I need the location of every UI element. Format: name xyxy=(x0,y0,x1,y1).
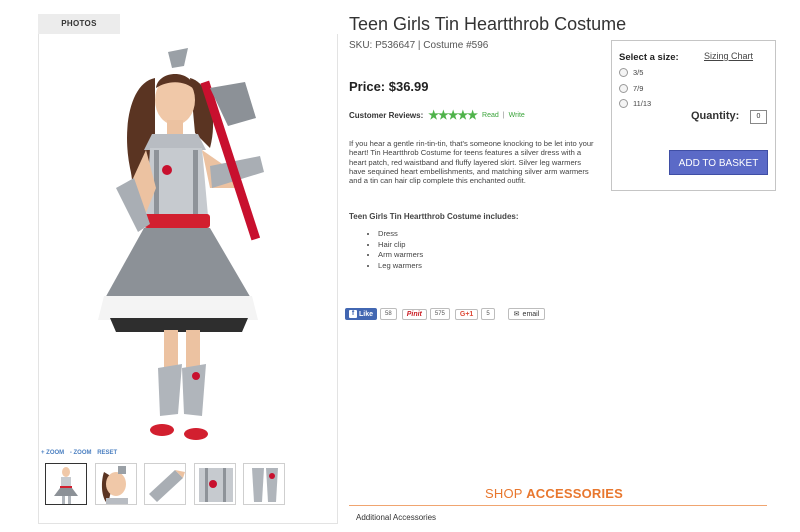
zoom-controls: + ZOOM - ZOOM RESET xyxy=(41,450,121,456)
photos-tab[interactable]: PHOTOS xyxy=(38,14,120,34)
list-item: Hair clip xyxy=(378,240,423,251)
thumbnail-1[interactable] xyxy=(45,463,87,505)
write-review-link[interactable]: Write xyxy=(509,112,525,119)
zoom-in-button[interactable]: + ZOOM xyxy=(41,450,64,456)
thumbnail-4[interactable] xyxy=(194,463,236,505)
includes-title: Teen Girls Tin Heartthrob Costume includ… xyxy=(349,212,519,221)
size-option-label: 11/13 xyxy=(633,99,652,108)
rating-stars-icon: ★★★★★ xyxy=(428,108,478,122)
email-share-button[interactable]: ✉ email xyxy=(507,308,546,320)
radio-button[interactable] xyxy=(619,84,628,93)
includes-list: Dress Hair clip Arm warmers Leg warmers xyxy=(366,229,423,271)
size-option-label: 7/9 xyxy=(633,84,644,93)
product-sku: SKU: P536647 | Costume #596 xyxy=(349,40,489,51)
sizing-chart-link[interactable]: Sizing Chart xyxy=(704,51,753,61)
zoom-out-button[interactable]: - ZOOM xyxy=(70,450,92,456)
customer-reviews: Customer Reviews: ★★★★★ Read | Write xyxy=(349,108,525,122)
list-item: Dress xyxy=(378,229,423,240)
shop-accessories-prefix: SHOP xyxy=(485,486,527,501)
thumbnail-5[interactable] xyxy=(243,463,285,505)
product-title: Teen Girls Tin Heartthrob Costume xyxy=(349,14,627,34)
thumbnail-image xyxy=(199,468,233,502)
social-share-bar: f Like 58 Pinit 575 G+1 5 ✉ email xyxy=(345,308,546,320)
shop-accessories-heading: SHOP ACCESSORIES xyxy=(485,486,623,501)
thumbnail-2[interactable] xyxy=(95,463,137,505)
reviews-label: Customer Reviews: xyxy=(349,110,424,120)
list-item: Arm warmers xyxy=(378,250,423,261)
thumbnail-image xyxy=(54,467,78,504)
read-reviews-link[interactable]: Read xyxy=(482,112,499,119)
thumbnail-3[interactable] xyxy=(144,463,186,505)
additional-accessories-label: Additional Accessories xyxy=(356,513,437,522)
size-option-3-5[interactable]: 3/5 xyxy=(619,68,643,77)
reviews-separator: | xyxy=(502,111,505,119)
thumbnail-image xyxy=(149,470,185,502)
pinterest-count: 575 xyxy=(429,308,450,320)
facebook-like-count: 58 xyxy=(380,308,397,320)
quantity-label: Quantity: xyxy=(691,110,740,122)
shop-accessories-bold: ACCESSORIES xyxy=(526,486,624,501)
email-label: email xyxy=(522,310,540,318)
google-plus-count: 5 xyxy=(481,308,495,320)
thumbnail-image xyxy=(252,468,278,502)
list-item: Leg warmers xyxy=(378,261,423,272)
quantity-input[interactable]: 0 xyxy=(750,110,767,124)
facebook-like-label: Like xyxy=(359,310,374,318)
select-size-label: Select a size: xyxy=(619,52,679,63)
product-price: Price: $36.99 xyxy=(349,79,429,94)
product-description: If you hear a gentle rin-tin-tin, that's… xyxy=(349,139,594,186)
accessories-divider xyxy=(349,505,767,506)
thumbnail-image xyxy=(101,466,128,504)
size-option-label: 3/5 xyxy=(633,68,644,77)
zoom-reset-button[interactable]: RESET xyxy=(97,450,117,456)
facebook-like-button[interactable]: f Like xyxy=(345,308,378,320)
facebook-icon: f xyxy=(349,310,357,318)
radio-button[interactable] xyxy=(619,99,628,108)
main-product-image[interactable] xyxy=(60,38,330,450)
google-plus-button[interactable]: G+1 xyxy=(454,308,479,320)
pinterest-button[interactable]: Pinit xyxy=(401,308,427,320)
size-option-7-9[interactable]: 7/9 xyxy=(619,84,643,93)
size-option-11-13[interactable]: 11/13 xyxy=(619,99,651,108)
add-to-basket-button[interactable]: ADD TO BASKET xyxy=(669,150,768,175)
radio-button[interactable] xyxy=(619,68,628,77)
envelope-icon: ✉ xyxy=(513,311,520,318)
